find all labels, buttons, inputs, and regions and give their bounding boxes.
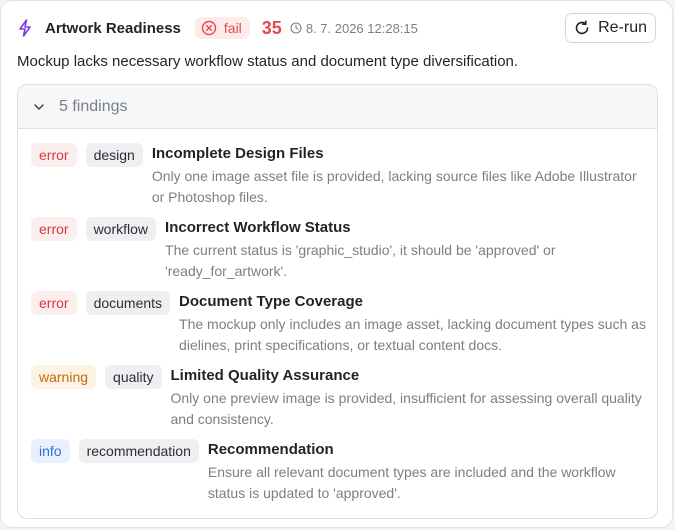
category-badge: recommendation [78,439,199,463]
card-header: Artwork Readiness fail 35 8. 7. 2026 12:… [17,13,656,43]
x-circle-icon [201,20,217,36]
status-badge: fail [194,17,250,39]
finding-title: Recommendation [207,441,334,458]
status-label: fail [223,20,242,36]
findings-list: error design Incomplete Design Files Onl… [31,143,647,513]
finding-item: warning quality Limited Quality Assuranc… [31,365,647,439]
finding-item: error documents Document Type Coverage T… [31,291,647,365]
timestamp: 8. 7. 2026 12:28:15 [290,21,418,36]
card-title: Artwork Readiness [45,19,181,37]
finding-description: Ensure all relevant document types are i… [207,464,616,501]
finding-title: Incomplete Design Files [151,145,324,162]
finding-title: Limited Quality Assurance [170,367,360,384]
severity-badge: warning [31,365,97,389]
timestamp-text: 8. 7. 2026 12:28:15 [305,20,418,36]
severity-badge: error [31,217,77,241]
finding-item: error design Incomplete Design Files Onl… [31,143,647,217]
findings-count: 5 findings [59,97,128,115]
category-badge: documents [85,291,171,315]
chevron-down-icon [32,100,46,114]
category-badge: design [85,143,143,167]
severity-badge: info [31,439,70,463]
severity-badge: error [31,143,77,167]
findings-panel: 5 findings error design Incomplete Desig… [17,84,658,519]
category-badge: workflow [85,217,157,241]
finding-item: info recommendation Recommendation Ensur… [31,439,647,513]
finding-title: Incorrect Workflow Status [165,219,351,236]
bolt-icon [17,19,35,37]
finding-item: error workflow Incorrect Workflow Status… [31,217,647,291]
finding-title: Document Type Coverage [179,293,363,310]
score-value: 35 [261,17,282,38]
rerun-label: Re-run [598,19,647,36]
refresh-icon [574,20,590,36]
finding-description: Only one image asset file is provided, l… [151,168,637,205]
finding-description: The current status is 'graphic_studio', … [165,242,556,279]
findings-toggle[interactable]: 5 findings [18,85,657,129]
summary-text: Mockup lacks necessary workflow status a… [17,53,519,70]
finding-description: The mockup only includes an image asset,… [179,316,646,353]
clock-icon [290,22,302,34]
artwork-readiness-card: Artwork Readiness fail 35 8. 7. 2026 12:… [0,0,673,528]
severity-badge: error [31,291,77,315]
category-badge: quality [105,365,162,389]
finding-description: Only one preview image is provided, insu… [170,390,642,427]
rerun-button[interactable]: Re-run [565,13,656,43]
